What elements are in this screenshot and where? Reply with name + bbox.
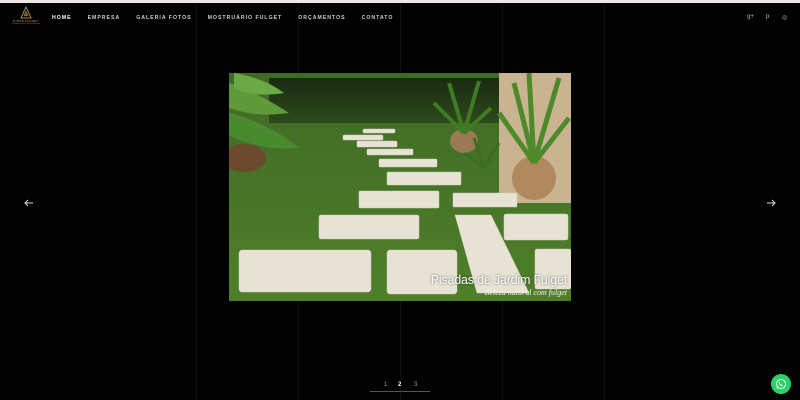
social-links: g+ p ◎ <box>747 14 788 21</box>
nav-item-galeria-fotos[interactable]: GALERIA FOTOS <box>136 15 191 21</box>
instagram-icon[interactable]: ◎ <box>781 14 788 21</box>
nav-item-orcamentos[interactable]: ORÇAMENTOS <box>298 15 345 21</box>
slide-title: Pisadas de Jardim Fulget <box>430 273 567 287</box>
nav-item-mostruario[interactable]: MOSTRUÁRIO FULGET <box>208 15 283 21</box>
nav-item-contato[interactable]: CONTATO <box>362 15 394 21</box>
pager-item-3[interactable]: 3 <box>414 382 417 388</box>
whatsapp-button[interactable] <box>771 374 791 394</box>
slider-next-button[interactable] <box>766 196 776 210</box>
nav-item-empresa[interactable]: EMPRESA <box>88 15 121 21</box>
pager-track <box>370 391 430 392</box>
grid-line <box>604 3 605 400</box>
google-plus-icon[interactable]: g+ <box>747 14 754 21</box>
logo-emblem-icon <box>20 6 32 19</box>
pager-item-2[interactable]: 2 <box>398 382 401 388</box>
main-nav: HOME EMPRESA GALERIA FOTOS MOSTRUÁRIO FU… <box>52 15 409 21</box>
grid-line <box>196 3 197 400</box>
slide-subtitle: Beleza natural com fulget <box>484 288 567 297</box>
whatsapp-icon <box>776 379 786 389</box>
slider-prev-button[interactable] <box>24 196 34 210</box>
arrow-right-icon <box>767 199 776 207</box>
site-logo[interactable]: PISOS FULGET Pavimentação & Revestimento… <box>12 6 40 32</box>
garden-path-photo <box>229 73 571 301</box>
nav-item-home[interactable]: HOME <box>52 15 72 21</box>
pinterest-icon[interactable]: p <box>764 14 771 21</box>
hero-slide-image: Pisadas de Jardim Fulget Beleza natural … <box>229 73 571 301</box>
logo-tagline: Pavimentação & Revestimentos <box>12 23 41 25</box>
arrow-left-icon <box>24 199 33 207</box>
slider-pagination: 1 2 3 <box>370 382 430 394</box>
pager-item-1[interactable]: 1 <box>384 382 387 388</box>
slide-caption: Pisadas de Jardim Fulget Beleza natural … <box>431 273 567 297</box>
